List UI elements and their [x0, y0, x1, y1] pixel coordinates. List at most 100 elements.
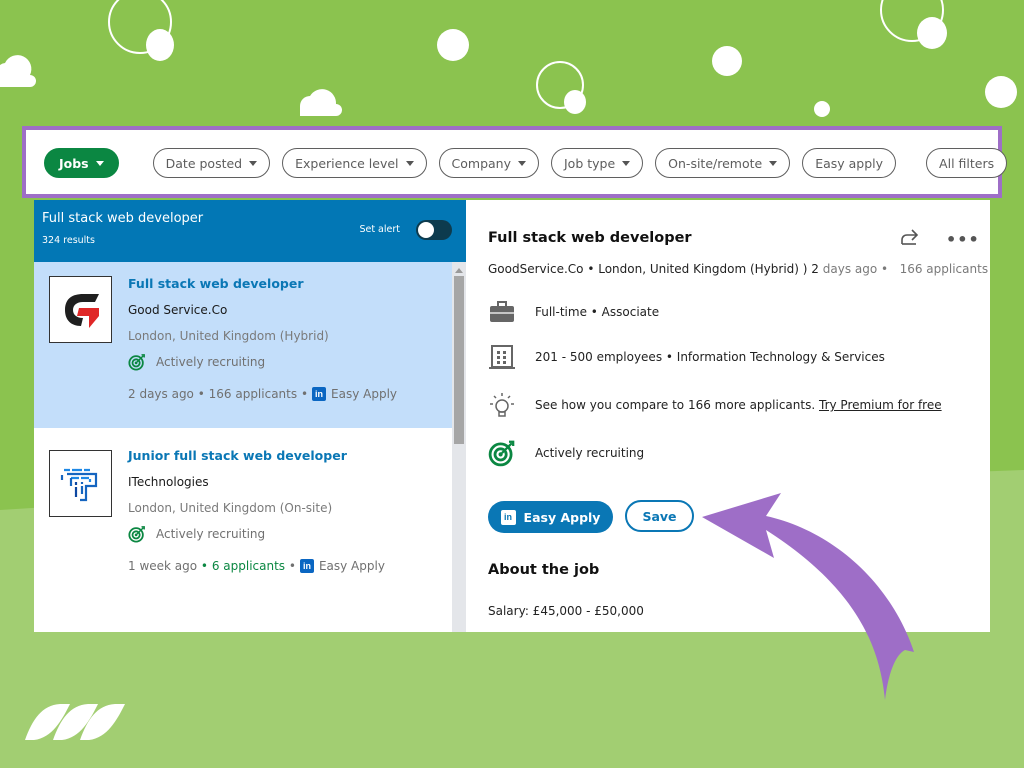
- job-card[interactable]: Full stack web developer Good Service.Co…: [34, 262, 452, 428]
- set-alert-toggle[interactable]: [416, 220, 452, 240]
- caret-down-icon: [518, 160, 526, 166]
- caret-down-icon: [769, 160, 778, 166]
- share-icon[interactable]: [898, 226, 920, 248]
- filter-label: Job type: [564, 155, 616, 171]
- about-job-heading: About the job: [488, 562, 600, 578]
- job-location: London, United Kingdom (Hybrid): [128, 329, 329, 343]
- linkedin-icon: in: [500, 509, 516, 525]
- scroll-thumb[interactable]: [454, 276, 464, 444]
- insight-row: See how you compare to 166 more applican…: [488, 391, 942, 419]
- easy-apply-label: Easy Apply: [318, 559, 385, 573]
- caret-down-icon: [622, 160, 631, 166]
- results-count: 324 results: [42, 235, 95, 246]
- t-logo-icon: [60, 468, 97, 501]
- jobs-label: Jobs: [59, 155, 89, 171]
- scroll-up-icon[interactable]: [455, 268, 463, 273]
- results-scrollbar[interactable]: [452, 262, 466, 632]
- employment-row: Full-time • Associate: [488, 298, 659, 326]
- recruiting-row: Actively recruiting: [488, 439, 644, 467]
- building-icon: [488, 343, 516, 371]
- separator-dot: •: [197, 559, 212, 573]
- linkedin-icon: in: [312, 387, 327, 401]
- filter-label: Easy apply: [815, 155, 884, 171]
- job-meta: 2 days ago • 166 applicants • in Easy Ap…: [128, 387, 397, 401]
- try-premium-link[interactable]: Try Premium for free: [819, 398, 942, 412]
- separator-dot: •: [297, 387, 309, 401]
- detail-subtitle: GoodService.Co • London, United Kingdom …: [488, 262, 988, 276]
- recruiting-text: Actively recruiting: [535, 446, 645, 460]
- set-alert-label: Set alert: [359, 224, 400, 235]
- toggle-knob: [418, 222, 434, 238]
- applicants-count: 6 applicants: [211, 559, 286, 573]
- briefcase-icon: [488, 298, 516, 326]
- easy-apply-button[interactable]: in Easy Apply: [488, 501, 613, 533]
- easy-apply-label: Easy Apply: [331, 387, 398, 401]
- filter-label: Date posted: [165, 155, 243, 171]
- filter-easy-apply[interactable]: Easy apply: [802, 148, 897, 178]
- separator-dot: •: [881, 262, 896, 276]
- status-text: Actively recruiting: [156, 355, 266, 369]
- filter-date-posted[interactable]: Date posted: [152, 148, 271, 178]
- caret-down-icon: [95, 160, 104, 166]
- job-list: Full stack web developer Good Service.Co…: [34, 262, 466, 632]
- job-text: Junior full stack web developer ITechnol…: [128, 448, 385, 573]
- filter-experience-level[interactable]: Experience level: [282, 148, 427, 178]
- filter-label: On-site/remote: [668, 155, 763, 171]
- job-title-link[interactable]: Full stack web developer: [128, 276, 397, 291]
- brand-logo: [25, 704, 125, 740]
- posted-time: 1 week ago: [128, 559, 198, 573]
- salary-text: Salary: £45,000 - £50,000: [488, 604, 644, 618]
- filter-company[interactable]: Company: [438, 148, 539, 178]
- job-company: Good Service.Co: [128, 303, 228, 317]
- job-text: Full stack web developer Good Service.Co…: [128, 276, 397, 401]
- status-text: Actively recruiting: [156, 527, 266, 541]
- posted-time: 2 days ago: [128, 387, 194, 401]
- insight-text: See how you compare to 166 more applican…: [535, 398, 816, 412]
- job-location: London, United Kingdom (On-site): [128, 501, 333, 515]
- separator-dot: •: [193, 387, 209, 401]
- filter-onsite-remote[interactable]: On-site/remote: [655, 148, 791, 178]
- search-header: Full stack web developer 324 results Set…: [34, 200, 466, 262]
- recruiting-status: Actively recruiting: [128, 353, 397, 371]
- easy-apply-label: Easy Apply: [523, 509, 601, 525]
- target-icon: [128, 526, 145, 543]
- caret-down-icon: [405, 160, 414, 166]
- target-icon: [128, 354, 145, 371]
- job-meta: 1 week ago • 6 applicants • in Easy Appl…: [128, 559, 385, 573]
- search-query: Full stack web developer: [42, 211, 204, 226]
- filter-label: Company: [451, 155, 511, 171]
- g-logo-icon: [64, 293, 99, 328]
- separator-dot: •: [587, 262, 599, 276]
- filter-label: All filters: [939, 155, 995, 171]
- lightbulb-icon: [488, 391, 516, 419]
- applicants-count: 166 applicants: [208, 387, 298, 401]
- detail-applicants: 166 applicants: [899, 262, 989, 276]
- job-detail-panel: Full stack web developer ••• GoodService…: [466, 200, 990, 632]
- detail-company: GoodService.Co: [488, 262, 584, 276]
- separator-dot: •: [285, 559, 296, 573]
- target-icon: [488, 439, 516, 467]
- company-info-row: 201 - 500 employees • Information Techno…: [488, 343, 885, 371]
- job-card[interactable]: Junior full stack web developer ITechnol…: [34, 428, 452, 632]
- detail-posted: days ago: [822, 262, 878, 276]
- filter-job-type[interactable]: Job type: [551, 148, 644, 178]
- employment-text: Full-time • Associate: [535, 305, 660, 319]
- company-logo: [49, 276, 112, 343]
- detail-location: London, United Kingdom (Hybrid) ): [598, 262, 808, 276]
- detail-posted-num: 2: [811, 262, 819, 276]
- job-title-link[interactable]: Junior full stack web developer: [128, 448, 385, 463]
- filter-bar: Jobs Date posted Experience level Compan…: [22, 126, 1008, 198]
- company-info-text: 201 - 500 employees • Information Techno…: [535, 350, 885, 364]
- linkedin-icon: in: [299, 559, 314, 573]
- jobs-dropdown[interactable]: Jobs: [44, 148, 119, 178]
- detail-job-title: Full stack web developer: [488, 230, 692, 246]
- more-options-icon[interactable]: •••: [946, 230, 980, 249]
- results-panel: Full stack web developer 324 results Set…: [34, 200, 466, 632]
- filter-label: Experience level: [295, 155, 399, 171]
- job-company: ITechnologies: [128, 475, 209, 489]
- save-button[interactable]: Save: [625, 500, 694, 532]
- all-filters-button[interactable]: All filters: [926, 148, 1008, 178]
- caret-down-icon: [249, 160, 258, 166]
- company-logo: [49, 450, 112, 517]
- recruiting-status: Actively recruiting: [128, 525, 385, 543]
